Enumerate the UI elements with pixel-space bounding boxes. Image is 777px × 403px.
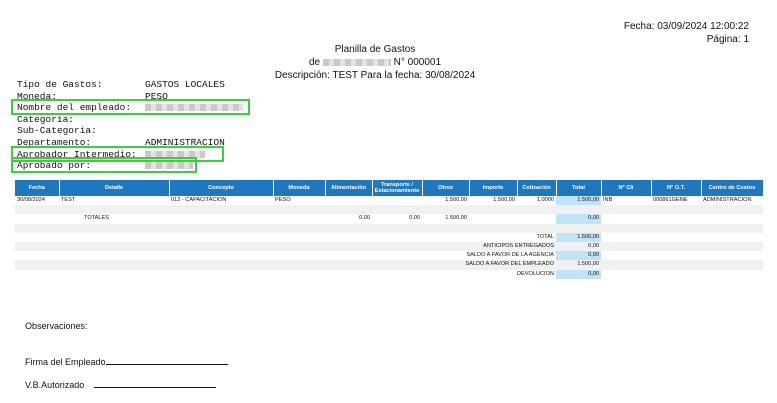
cell-detalle: TEST	[61, 197, 76, 203]
col-header: Cotización	[517, 180, 557, 196]
observaciones-label: Observaciones:	[25, 321, 88, 331]
fecha-line: Fecha: 03/09/2024 12:00:22	[624, 20, 749, 33]
summary-value: 0,00	[556, 269, 601, 279]
info-label: Sub-Categoria:	[17, 125, 97, 137]
cell-moneda: PESO	[275, 197, 291, 203]
col-header: Concepto	[169, 180, 274, 196]
cell-concepto: 012 - CAPACITACION	[171, 197, 227, 203]
header-meta: Fecha: 03/09/2024 12:00:22 Página: 1	[624, 20, 749, 46]
col-header: Moneda	[273, 180, 326, 196]
vb-label: V.B.Autorizado	[25, 380, 85, 390]
cell-fecha: 30/08/2024	[17, 197, 45, 203]
info-row: Tipo de Gastos: GASTOS LOCALES	[17, 79, 337, 91]
summary-label: SALDO A FAVOR DEL EMPLEADO	[422, 260, 556, 270]
col-header: Transporte / Estacionamiento	[372, 180, 423, 196]
redacted-name	[322, 58, 391, 66]
firma-signature-line	[105, 355, 228, 365]
document-title: Planilla de Gastos de N° 000001 Descripc…	[250, 43, 500, 82]
cell-importe: 1.500,00	[493, 197, 515, 203]
totales-alimentacion: 0,00	[359, 215, 370, 222]
col-header: Fecha	[15, 180, 60, 196]
title-de: de	[308, 57, 321, 68]
summary-value: 0,00	[556, 251, 601, 261]
summary-row: DEVOLUCION 0,00	[15, 269, 763, 279]
title-line2: de N° 000001	[250, 56, 500, 69]
summary-label: SALDO A FAVOR DE LA AGENCIA	[466, 252, 554, 259]
info-row: Sub-Categoria:	[17, 125, 337, 137]
table-row-empty	[15, 205, 763, 215]
hora-value: 12:00:22	[710, 21, 749, 32]
title-numero: N° 000001	[393, 57, 442, 68]
col-header: Total	[556, 180, 602, 196]
summary-label: DEVOLUCION	[517, 270, 554, 277]
summary-label: ANTICIPOS ENTREGADOS	[422, 241, 556, 252]
cell-otros: 1.500,00	[445, 197, 467, 203]
summary-row: TOTAL 1.500,00	[15, 232, 763, 242]
info-value: GASTOS LOCALES	[145, 79, 225, 90]
fecha-label: Fecha:	[623, 21, 655, 32]
totales-row: TOTALES 0,00 0,00 1.500,00 0,00	[15, 214, 763, 224]
fecha-value: 03/09/2024	[657, 21, 708, 32]
totales-total: 0,00	[556, 214, 601, 224]
pagina-label: Página:	[706, 34, 741, 45]
summary-row: SALDO A FAVOR DE LA AGENCIA 0,00	[15, 251, 763, 261]
cell-cli: INB	[603, 197, 613, 203]
summary-value: 1.500,00	[556, 260, 601, 270]
summary-row: SALDO A FAVOR DEL EMPLEADO 1.500,00	[15, 260, 763, 270]
col-header: N° O.T.	[651, 180, 702, 196]
table-header-row: Fecha Detalle Concepto Moneda Alimentaci…	[15, 180, 764, 196]
cell-transporte	[372, 196, 422, 205]
vb-autorizado: V.B.Autorizado	[25, 378, 217, 390]
vb-signature-line	[94, 378, 217, 388]
pagina-value: 1	[743, 34, 749, 45]
cell-cotizacion: 1,0000	[536, 197, 554, 203]
totales-transporte: 0,00	[409, 215, 420, 222]
col-header: Otros	[422, 180, 470, 196]
highlight-box-empleado	[11, 99, 250, 115]
summary-label: TOTAL	[536, 233, 554, 240]
col-header: Centro de Costos	[701, 180, 764, 196]
cell-ot: 000861GENE	[653, 197, 688, 203]
firma-empleado: Firma del Empleado	[25, 355, 228, 367]
totales-label: TOTALES	[84, 215, 109, 222]
firma-label: Firma del Empleado	[25, 357, 106, 367]
cell-alimentacion	[325, 196, 372, 205]
expense-table: Fecha Detalle Concepto Moneda Alimentaci…	[15, 180, 764, 279]
cell-centro: ADMINISTRACION	[703, 197, 752, 203]
summary-value: 0,00	[556, 241, 601, 252]
summary-row: ANTICIPOS ENTREGADOS 0,00	[15, 241, 763, 252]
col-header: Detalle	[59, 180, 170, 196]
pagina-line: Página: 1	[624, 33, 749, 46]
table-row: 30/08/2024 TEST 012 - CAPACITACION PESO …	[15, 196, 763, 206]
col-header: Importe	[469, 180, 518, 196]
info-row: Categoria:	[17, 114, 337, 126]
table-row-empty	[15, 223, 763, 233]
title-line1: Planilla de Gastos	[334, 44, 416, 55]
cell-total: 1.500,00	[556, 196, 601, 206]
col-header: Alimentación	[325, 180, 373, 196]
highlight-box-aprobado	[11, 157, 197, 173]
col-header: N° Cli	[601, 180, 652, 196]
summary-value: 1.500,00	[556, 232, 601, 242]
info-label: Tipo de Gastos:	[17, 79, 103, 90]
totales-otros: 1.500,00	[445, 215, 467, 222]
info-label: Categoria:	[17, 113, 75, 125]
